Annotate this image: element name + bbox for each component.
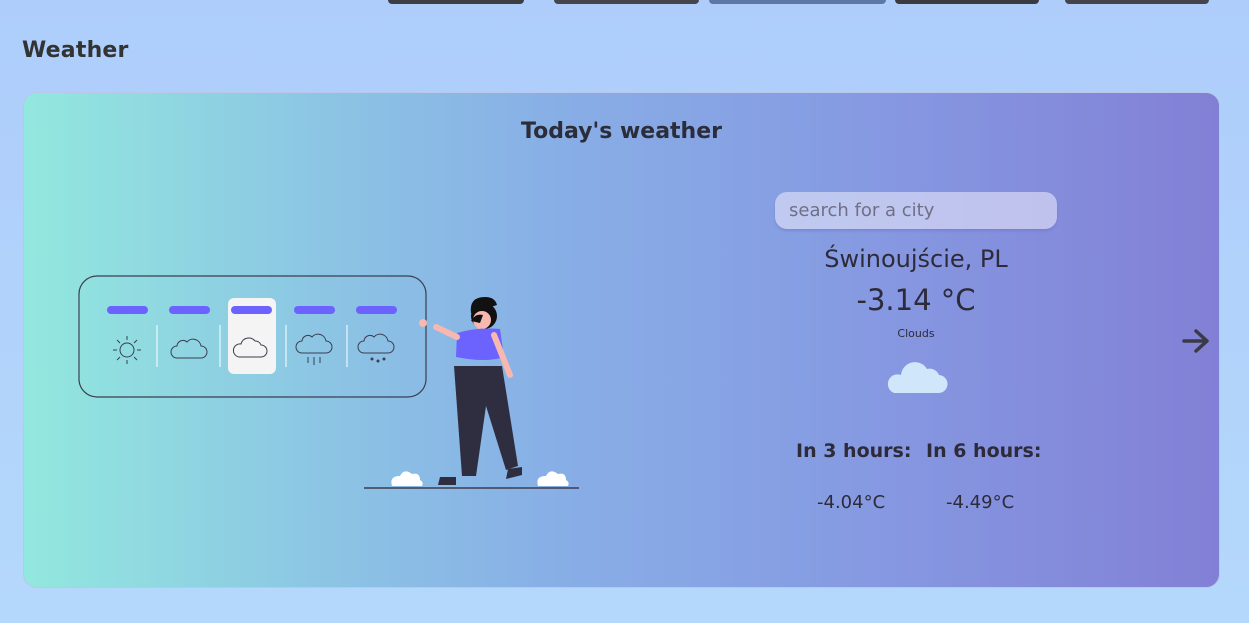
forecast-3h-value: -4.04°C bbox=[817, 492, 886, 513]
weather-illustration bbox=[78, 275, 579, 489]
gallery-thumbnail[interactable] bbox=[895, 0, 1039, 4]
forecast-6h-label: In 6 hours: bbox=[926, 440, 1042, 462]
snow-icon bbox=[357, 333, 395, 363]
rain-icon bbox=[295, 333, 333, 365]
cloud-icon bbox=[887, 362, 948, 394]
person-figure bbox=[419, 297, 522, 485]
sun-icon bbox=[113, 336, 141, 364]
weather-condition: Clouds bbox=[897, 327, 935, 340]
cloud-icon bbox=[170, 338, 208, 359]
weather-card: Today's weather search for a city Świnou… bbox=[23, 92, 1220, 588]
card-title: Today's weather bbox=[521, 119, 722, 144]
city-name: Świnoujście, PL bbox=[824, 245, 1008, 273]
logo-icon bbox=[52, 0, 172, 4]
gallery-thumbnail[interactable] bbox=[1065, 0, 1209, 4]
current-temperature: -3.14 °C bbox=[856, 283, 976, 317]
forecast-6h-value: -4.49°C bbox=[946, 492, 1015, 513]
city-search-input[interactable] bbox=[775, 192, 1057, 229]
gallery-thumbnail[interactable] bbox=[388, 0, 524, 4]
top-strip bbox=[0, 0, 1249, 6]
gallery-thumbnail[interactable] bbox=[554, 0, 699, 4]
arrow-right-icon[interactable] bbox=[1180, 325, 1212, 357]
forecast-3h-label: In 3 hours: bbox=[796, 440, 912, 462]
gallery-thumbnail[interactable] bbox=[709, 0, 886, 4]
weather-page: Weather Today's weather search for a cit… bbox=[0, 0, 1249, 623]
section-title: Weather bbox=[22, 38, 129, 63]
